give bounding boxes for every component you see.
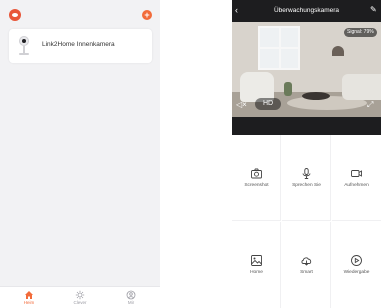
- microphone-icon: [302, 168, 311, 179]
- fullscreen-icon[interactable]: ⤢: [367, 100, 376, 109]
- tab-home[interactable]: Heim: [14, 290, 44, 308]
- indoor-camera-icon: [17, 36, 31, 56]
- tab-smart-label: Clever: [73, 300, 87, 305]
- home-switch-icon[interactable]: [9, 9, 21, 21]
- camera-icon: [251, 168, 262, 179]
- tab-me[interactable]: Mir: [116, 290, 146, 308]
- home-screen: + Link2Home Innenkamera Heim Clever Mir: [0, 0, 160, 308]
- camera-header: ‹ Überwachungskamera ✎: [232, 0, 381, 22]
- playback-button[interactable]: Wiedergabe: [332, 222, 381, 308]
- bottom-tab-bar: Heim Clever Mir: [0, 286, 160, 308]
- screenshot-canvas: + Link2Home Innenkamera Heim Clever Mir …: [0, 0, 381, 308]
- talk-label: Sprechen Sie: [292, 183, 321, 188]
- smart-icon: [75, 290, 85, 300]
- camera-screen: ‹ Überwachungskamera ✎ Signal: 79% ◁× HD…: [232, 0, 381, 308]
- device-name: Link2Home Innenkamera: [42, 41, 115, 48]
- record-label: Aufnehmen: [344, 183, 369, 188]
- album-button[interactable]: Home: [232, 222, 281, 308]
- cloud-icon: [301, 257, 312, 266]
- playback-icon: [351, 255, 362, 266]
- home-top-bar: +: [0, 0, 160, 26]
- edit-pencil-icon[interactable]: ✎: [370, 5, 377, 14]
- tab-home-label: Heim: [23, 300, 35, 305]
- me-icon: [126, 290, 136, 300]
- tab-smart[interactable]: Clever: [65, 290, 95, 308]
- screenshot-label: Screenshot: [244, 183, 269, 188]
- tab-me-label: Mir: [127, 300, 135, 305]
- playback-label: Wiedergabe: [343, 270, 370, 275]
- cloud-button[interactable]: Smart: [282, 222, 331, 308]
- record-button[interactable]: Aufnehmen: [332, 135, 381, 221]
- screenshot-button[interactable]: Screenshot: [232, 135, 281, 221]
- album-label: Home: [250, 270, 263, 275]
- home-icon: [25, 291, 33, 299]
- action-grid: Screenshot Sprechen Sie Aufnehmen Home S…: [232, 135, 381, 308]
- camera-title: Überwachungskamera: [273, 7, 340, 14]
- cloud-label: Smart: [300, 270, 313, 275]
- quality-toggle-button[interactable]: HD: [255, 98, 281, 110]
- speaker-mute-icon[interactable]: ◁×: [236, 100, 247, 109]
- device-card[interactable]: Link2Home Innenkamera: [9, 29, 152, 63]
- talk-button[interactable]: Sprechen Sie: [282, 135, 331, 221]
- signal-strength-badge: Signal: 79%: [344, 28, 377, 37]
- add-device-icon[interactable]: +: [142, 10, 152, 20]
- video-bottom-strip: [232, 117, 381, 135]
- image-icon: [251, 255, 262, 266]
- video-record-icon: [351, 170, 362, 177]
